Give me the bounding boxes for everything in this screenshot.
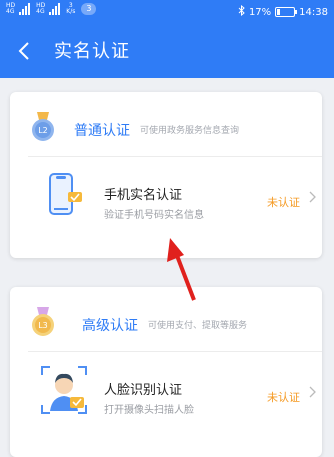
divider — [28, 351, 322, 352]
battery-percent: 17% — [248, 6, 272, 18]
level-header: L2 普通认证 可使用政务服务信息查询 — [10, 92, 322, 154]
phone-verify-item[interactable]: 手机实名认证 验证手机号码实名信息 未认证 — [10, 158, 322, 254]
item-description: 验证手机号码实名信息 — [104, 210, 204, 221]
item-name: 手机实名认证 — [104, 188, 183, 203]
chevron-left-icon[interactable] — [18, 38, 30, 68]
battery-icon — [275, 7, 298, 17]
face-verify-item[interactable]: 人脸识别认证 打开摄像头扫描人脸 未认证 — [10, 353, 322, 449]
level-description: 可使用政务服务信息查询 — [140, 126, 240, 136]
level-title: 普通认证 — [74, 123, 130, 139]
notification-badge: 3 — [81, 3, 97, 15]
face-scan-icon — [41, 366, 87, 414]
clock: 14:38 — [299, 6, 328, 18]
level-header: L3 高级认证 可使用支付、提取等服务 — [10, 287, 322, 349]
nav-bar: 实名认证 — [0, 26, 334, 78]
item-description: 打开摄像头扫描人脸 — [104, 405, 194, 416]
phone-verify-icon — [49, 173, 82, 215]
status-label: 未认证 — [267, 391, 300, 404]
level-card-l2: L2 普通认证 可使用政务服务信息查询 手机实名认证 验证手机号码实名信息 未认… — [10, 92, 322, 258]
network-label: 4G — [6, 8, 15, 15]
item-name: 人脸识别认证 — [104, 383, 183, 398]
svg-text:L2: L2 — [38, 126, 48, 135]
medal-l3-icon: L3 — [32, 307, 54, 336]
chevron-right-icon — [309, 386, 316, 402]
signal-icon — [19, 3, 31, 15]
page-title: 实名认证 — [54, 41, 130, 62]
sim2-indicator: HD 4G — [36, 3, 46, 15]
net-speed: 3 K/s — [66, 2, 76, 15]
svg-text:L3: L3 — [38, 321, 48, 330]
signal-icon — [49, 3, 61, 15]
level-card-l3: L3 高级认证 可使用支付、提取等服务 人脸识别认证 打开摄像头扫描人脸 未认证 — [10, 287, 322, 457]
divider — [28, 156, 322, 157]
chevron-right-icon — [309, 191, 316, 207]
status-bar: HD 4G HD 4G 3 K/s 3 17% 14:38 — [0, 0, 334, 26]
level-title: 高级认证 — [82, 318, 138, 334]
bluetooth-icon — [238, 4, 245, 19]
medal-l2-icon: L2 — [32, 112, 54, 141]
level-description: 可使用支付、提取等服务 — [148, 321, 248, 331]
sim1-indicator: HD 4G — [6, 3, 16, 15]
status-label: 未认证 — [267, 196, 300, 209]
network-label: 4G — [36, 8, 45, 15]
